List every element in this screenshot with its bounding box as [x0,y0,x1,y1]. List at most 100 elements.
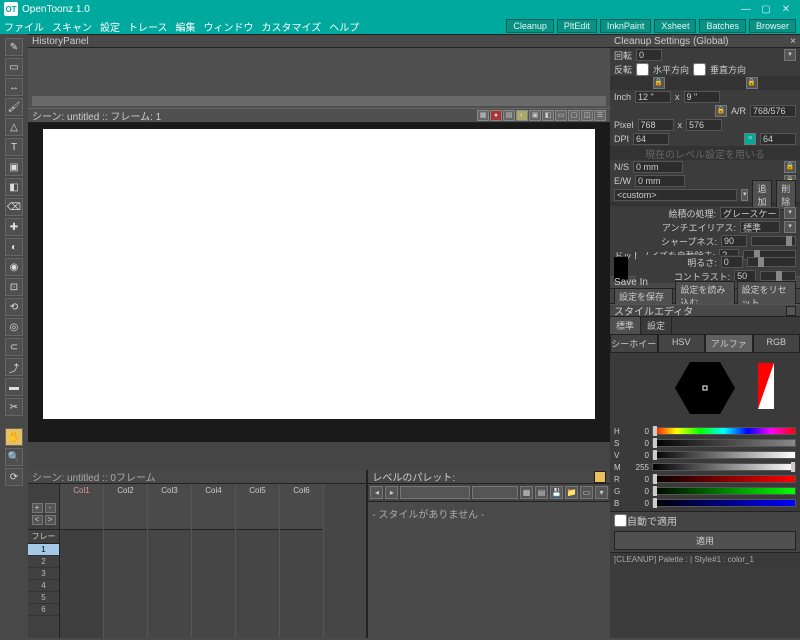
mode-cleanup[interactable]: Cleanup [506,19,554,33]
xsheet-frame-2[interactable]: 2 [28,556,59,568]
viewer-icon-3[interactable]: ▤ [503,110,515,121]
color-hexagon-area[interactable] [610,353,800,423]
xsheet-next[interactable]: > [45,515,56,525]
tool-magnet[interactable]: ⊂ [5,338,23,356]
xsheet-remove-frame[interactable]: - [45,503,56,513]
window-close[interactable]: ✕ [776,4,796,15]
palette-lock-icon[interactable] [594,471,606,483]
auto-apply-check[interactable] [614,514,627,527]
line-dropdown[interactable]: ▾ [784,207,796,219]
tool-select[interactable]: ▭ [5,58,23,76]
styleeditor-dropdown[interactable] [786,306,796,316]
rotation-input[interactable] [636,49,662,61]
ew-input[interactable] [635,175,685,187]
tool-pinch[interactable]: ⟲ [5,298,23,316]
ar-lock-icon[interactable]: 🔒 [715,105,727,117]
palette-tool-save[interactable]: 💾 [550,486,563,499]
timeline-strip[interactable] [28,442,610,470]
line-proc-select[interactable] [720,207,780,219]
tool-control[interactable]: ⊡ [5,278,23,296]
xsheet-frame-1[interactable]: 1 [28,544,59,556]
ch-v-slider[interactable] [652,451,796,459]
tool-rgb[interactable]: ◉ [5,258,23,276]
tool-tape[interactable]: ✚ [5,218,23,236]
tool-style[interactable]: ◐ [5,238,23,256]
menu-window[interactable]: ウィンドウ [204,19,254,34]
palette-tool-2[interactable]: ▸ [385,486,398,499]
styleed-mode-rgb[interactable]: RGB [753,334,800,353]
flip-h-check[interactable] [636,63,649,76]
mode-pltedit[interactable]: PltEdit [557,19,597,33]
brightness-input[interactable] [721,256,743,268]
tool-cutter[interactable]: ✂ [5,398,23,416]
history-scrollbar[interactable] [32,96,606,106]
menu-file[interactable]: ファイル [4,19,44,34]
mode-xsheet[interactable]: Xsheet [654,19,696,33]
dpi-link-icon[interactable]: ≡ [744,133,756,145]
menu-edit[interactable]: 編集 [176,19,196,34]
lock-width-icon[interactable]: 🔒 [653,77,665,89]
rotation-dropdown[interactable]: ▾ [784,49,796,61]
tool-eraser[interactable]: ⌫ [5,198,23,216]
xsheet-col-1[interactable]: Col1 [60,484,103,530]
mode-inknpaint[interactable]: InknPaint [600,19,652,33]
xsheet-col-6[interactable]: Col6 [280,484,323,530]
antialias-select[interactable] [740,221,780,233]
menu-settings[interactable]: 設定 [100,19,120,34]
ch-m-slider[interactable] [652,463,796,471]
pixel-w-input[interactable] [638,119,674,131]
ch-s-slider[interactable] [652,439,796,447]
tool-hand[interactable]: ✋ [5,428,23,446]
palette-name-field[interactable] [400,486,470,499]
inch-w-input[interactable] [635,91,671,103]
tool-type[interactable]: T [5,138,23,156]
viewer-icon-9[interactable]: ◫ [581,110,593,121]
menu-trace[interactable]: トレース [128,19,168,34]
xsheet-col-3[interactable]: Col3 [148,484,191,530]
menu-scan[interactable]: スキャン [52,19,92,34]
viewer-icon-4[interactable]: ◐ [516,110,528,121]
xsheet-frame-3[interactable]: 3 [28,568,59,580]
xsheet-col-2[interactable]: Col2 [104,484,147,530]
ch-r-slider[interactable] [652,475,796,483]
menu-help[interactable]: ヘルプ [329,19,359,34]
palette-tool-new[interactable]: ▦ [520,486,533,499]
xsheet-frame-4[interactable]: 4 [28,580,59,592]
tool-zoom[interactable]: 🔍 [5,448,23,466]
styleed-tab-standard[interactable]: 標準 [610,317,641,334]
contrast-slider[interactable] [760,271,796,281]
sharpness-input[interactable] [721,235,747,247]
tool-brush[interactable]: 🖌 [5,98,23,116]
sharpness-slider[interactable] [751,236,796,246]
mode-browser[interactable]: Browser [749,19,796,33]
viewport[interactable] [28,123,610,442]
styleed-mode-hsv[interactable]: HSV [658,334,706,353]
inch-h-input[interactable] [684,91,720,103]
custom-dropdown[interactable]: ▾ [741,189,748,201]
hex-cursor-icon[interactable] [703,386,708,391]
palette-tool-view[interactable]: ▭ [580,486,593,499]
ns-lock-icon[interactable]: 🔒 [784,161,796,173]
save-settings-button[interactable]: 設定を保存 [614,288,673,305]
pixel-h-input[interactable] [686,119,722,131]
ns-input[interactable] [633,161,683,173]
tool-rotate[interactable]: ⟳ [5,468,23,486]
preset-add-button[interactable]: 追加 [752,180,772,210]
xsheet-prev[interactable]: < [32,515,43,525]
tool-geometric[interactable]: △ [5,118,23,136]
xsheet-col-4[interactable]: Col4 [192,484,235,530]
styleed-tab-settings[interactable]: 設定 [641,317,672,334]
flip-v-check[interactable] [693,63,706,76]
tool-pump[interactable]: ◎ [5,318,23,336]
ar-input[interactable] [750,105,796,117]
preset-remove-button[interactable]: 削除 [776,180,796,210]
viewer-icon-6[interactable]: ◧ [542,110,554,121]
palette-tool-folder[interactable]: 📁 [565,486,578,499]
styleed-mode-wheel[interactable]: シーホイー [610,334,658,353]
viewer-icon-8[interactable]: ▢ [568,110,580,121]
palette-tool-page[interactable]: ▤ [535,486,548,499]
xsheet-frame-5[interactable]: 5 [28,592,59,604]
menu-customize[interactable]: カスタマイズ [262,19,322,34]
apply-button[interactable]: 適用 [614,531,796,550]
ch-b-slider[interactable] [652,499,796,507]
